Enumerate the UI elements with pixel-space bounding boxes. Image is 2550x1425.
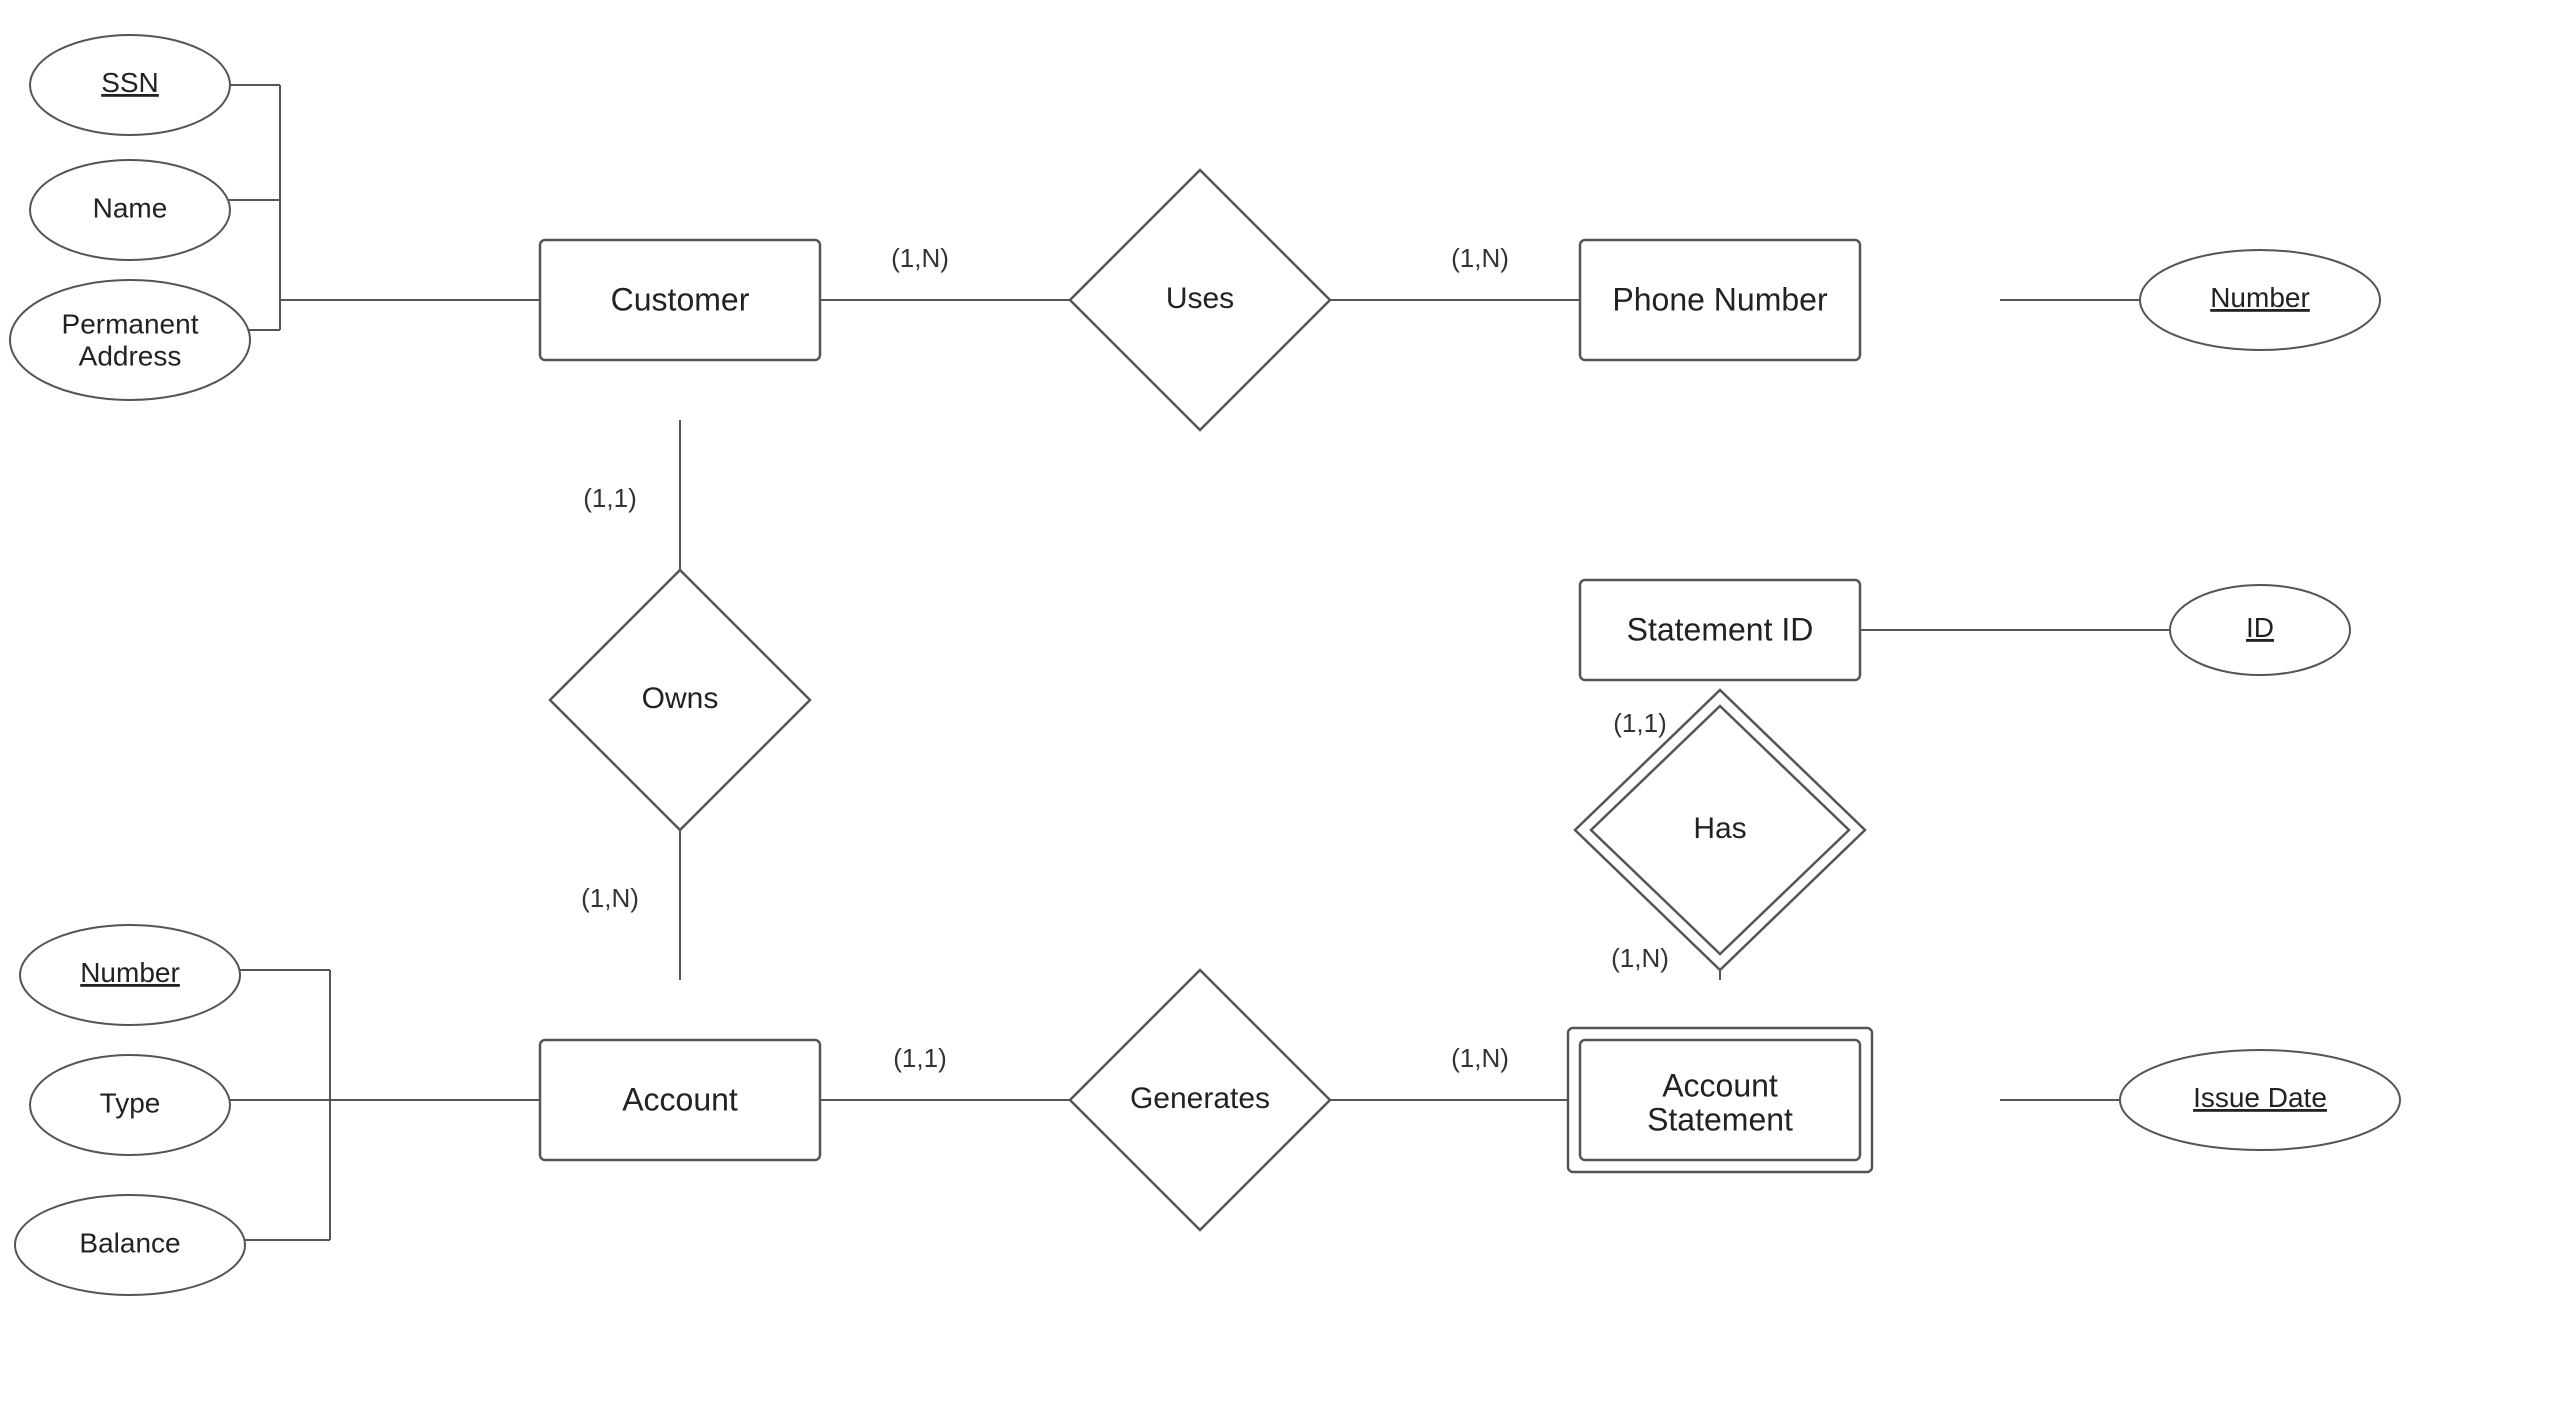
card-stmtid-has: (1,1): [1613, 708, 1666, 738]
attr-name-label: Name: [93, 192, 168, 223]
entity-statement-id-label: Statement ID: [1627, 611, 1814, 647]
relationship-uses-label: Uses: [1166, 282, 1234, 315]
attr-issue-date-label: Issue Date: [2193, 1082, 2327, 1113]
card-customer-uses: (1,N): [891, 243, 949, 273]
card-owns-account: (1,N): [581, 883, 639, 913]
relationship-generates-label: Generates: [1130, 1082, 1270, 1115]
card-uses-phone: (1,N): [1451, 243, 1509, 273]
card-generates-stmt: (1,N): [1451, 1043, 1509, 1073]
entity-phone-number-label: Phone Number: [1612, 281, 1828, 317]
attr-phone-number-label: Number: [2210, 282, 2310, 313]
relationship-has-label: Has: [1693, 812, 1746, 845]
attr-perm-addr-label2: Address: [79, 340, 182, 371]
attr-perm-addr-label: Permanent: [62, 308, 199, 339]
card-has-accstmt: (1,N): [1611, 943, 1669, 973]
entity-customer-label: Customer: [611, 281, 750, 317]
attr-acc-type-label: Type: [100, 1087, 161, 1118]
card-customer-owns: (1,1): [583, 483, 636, 513]
attr-acc-balance-label: Balance: [79, 1227, 180, 1258]
attr-stmt-id-label: ID: [2246, 612, 2274, 643]
card-account-generates: (1,1): [893, 1043, 946, 1073]
attr-ssn-label: SSN: [101, 67, 159, 98]
entity-account-statement-label1: Account: [1662, 1067, 1778, 1103]
relationship-owns-label: Owns: [642, 682, 719, 715]
attr-acc-number-label: Number: [80, 957, 180, 988]
entity-account-statement-label2: Statement: [1647, 1101, 1793, 1137]
entity-account-label: Account: [622, 1081, 738, 1117]
